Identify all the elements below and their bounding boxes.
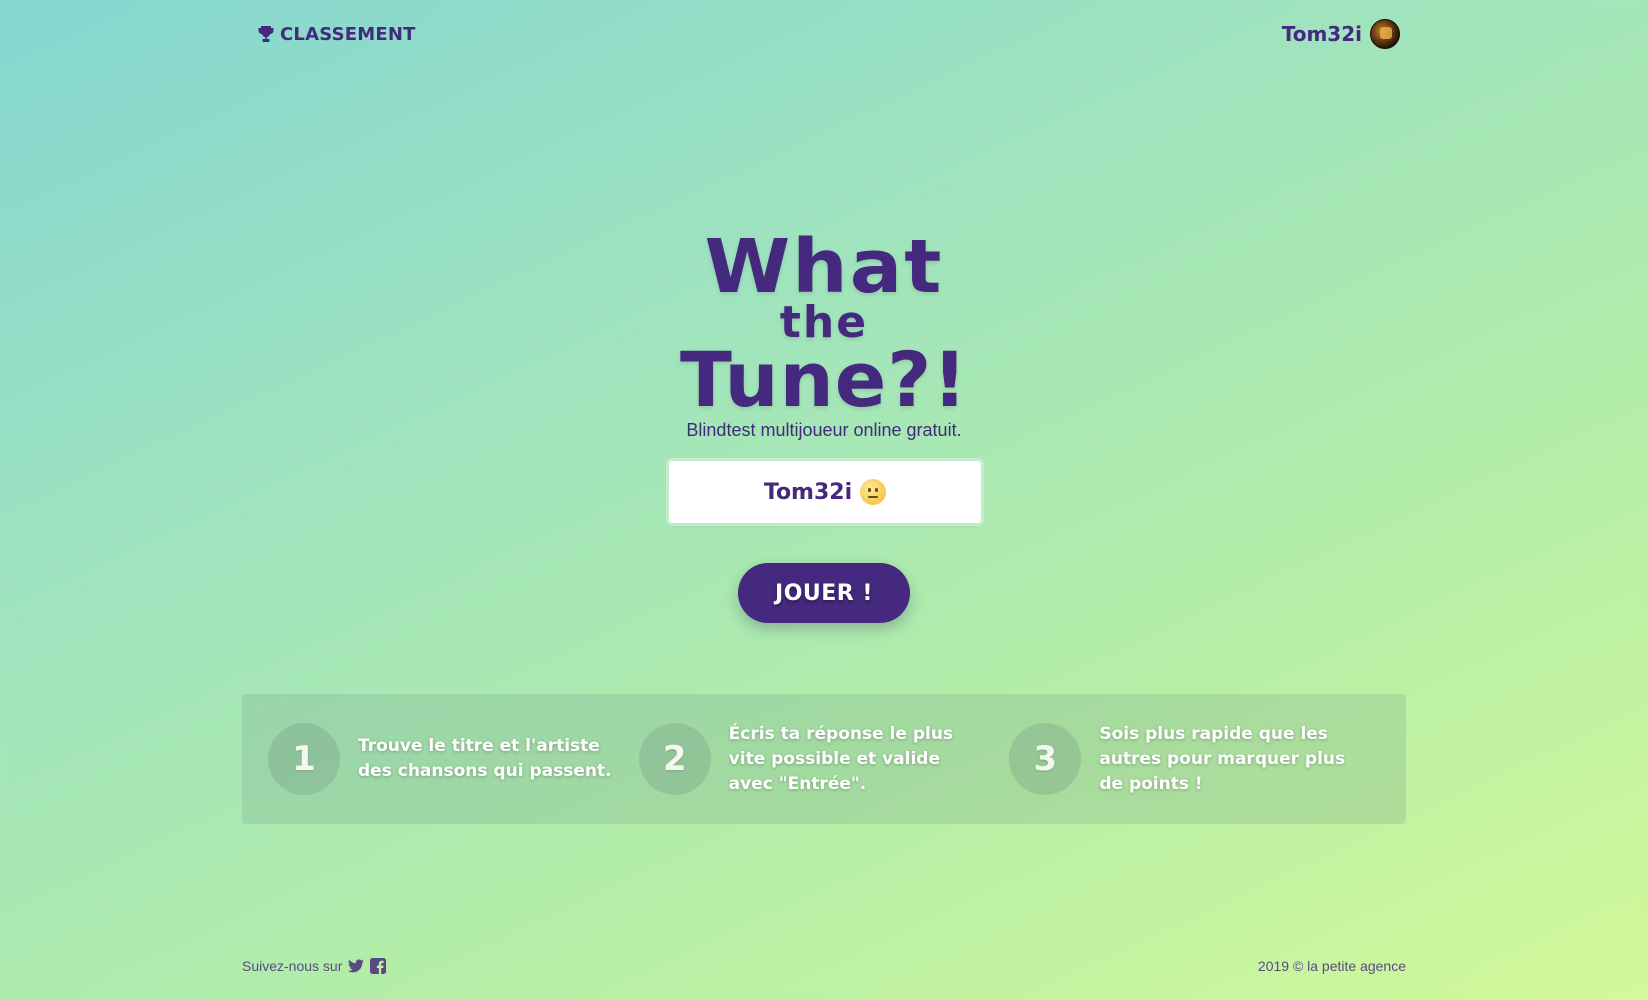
player-name-field[interactable]: Tom32i bbox=[669, 461, 981, 523]
facebook-icon[interactable] bbox=[370, 958, 387, 974]
tagline: Blindtest multijoueur online gratuit. bbox=[686, 420, 962, 441]
hero: What the Tune?! Blindtest multijoueur on… bbox=[0, 224, 1648, 441]
step-number: 3 bbox=[1009, 723, 1082, 795]
step-1: 1 Trouve le titre et l'artiste des chans… bbox=[268, 723, 639, 795]
ranking-link[interactable]: CLASSEMENT bbox=[258, 24, 416, 45]
play-button[interactable]: JOUER ! bbox=[738, 563, 910, 623]
logo-line-1: What bbox=[704, 224, 944, 310]
twitter-icon[interactable] bbox=[348, 958, 365, 974]
step-3: 3 Sois plus rapide que les autres pour m… bbox=[1009, 722, 1380, 797]
user-name: Tom32i bbox=[1281, 22, 1362, 46]
logo: What the Tune?! bbox=[0, 224, 1648, 425]
footer: Suivez-nous sur 2019 © la petite agence bbox=[242, 958, 1406, 974]
step-text: Écris ta réponse le plus vite possible e… bbox=[728, 723, 954, 794]
follow-label: Suivez-nous sur bbox=[242, 958, 343, 974]
top-bar: CLASSEMENT Tom32i bbox=[258, 18, 1400, 50]
confused-face-icon[interactable] bbox=[860, 479, 887, 505]
step-text: Trouve le titre et l'artiste des chanson… bbox=[358, 736, 612, 781]
player-name: Tom32i bbox=[763, 479, 853, 505]
user-menu[interactable]: Tom32i bbox=[1282, 19, 1400, 49]
avatar[interactable] bbox=[1370, 19, 1400, 49]
ranking-label: CLASSEMENT bbox=[280, 23, 416, 45]
step-number: 2 bbox=[638, 723, 711, 795]
trophy-icon bbox=[258, 26, 274, 42]
social-links: Suivez-nous sur bbox=[242, 958, 387, 974]
step-number: 1 bbox=[268, 723, 340, 795]
step-2: 2 Écris ta réponse le plus vite possible… bbox=[638, 722, 1010, 797]
logo-line-3: Tune?! bbox=[680, 335, 968, 425]
step-text: Sois plus rapide que les autres pour mar… bbox=[1099, 723, 1346, 794]
steps-panel: 1 Trouve le titre et l'artiste des chans… bbox=[242, 694, 1406, 824]
copyright: 2019 © la petite agence bbox=[1257, 958, 1406, 974]
